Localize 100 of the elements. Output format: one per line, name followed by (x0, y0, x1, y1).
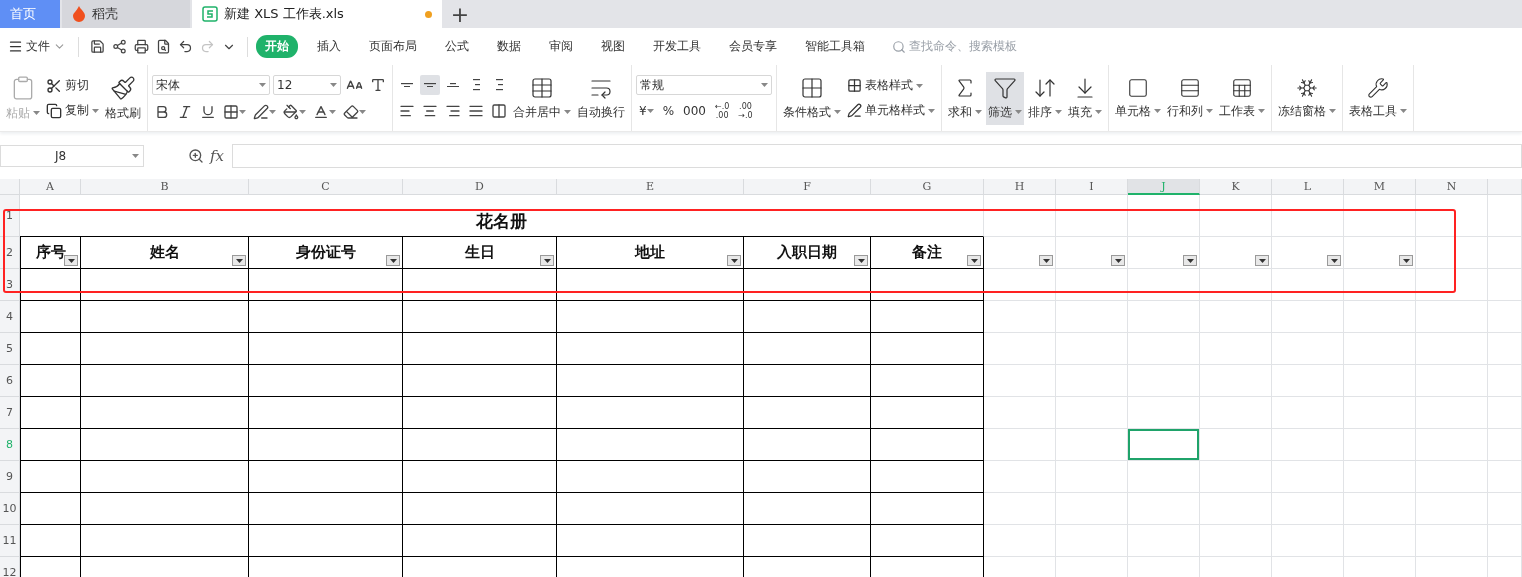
row-header[interactable]: 10 (0, 493, 20, 525)
sheet-cell[interactable] (557, 461, 744, 493)
sheet-cell[interactable] (20, 525, 81, 557)
row-header[interactable]: 1 (0, 195, 20, 237)
row-header[interactable]: 12 (0, 557, 20, 577)
sheet-cell[interactable] (871, 301, 984, 333)
sheet-cell[interactable] (249, 493, 403, 525)
column-header[interactable]: C (249, 179, 403, 195)
sheet-cell[interactable] (20, 397, 81, 429)
sheet-cell[interactable] (744, 269, 871, 301)
sheet-cell[interactable] (81, 525, 249, 557)
menu-tab[interactable]: 数据 (488, 35, 530, 58)
sheet-cell[interactable] (81, 461, 249, 493)
column-header[interactable]: F (744, 179, 871, 195)
sheet-cell[interactable] (403, 365, 557, 397)
row-header[interactable]: 6 (0, 365, 20, 397)
tool-button[interactable]: 筛选 (986, 71, 1024, 125)
filter-button[interactable] (1327, 255, 1341, 266)
sheet-cell[interactable] (403, 397, 557, 429)
name-box[interactable]: J8 (0, 145, 144, 167)
header-cell[interactable]: 入职日期 (744, 237, 871, 269)
sheet-cell[interactable] (744, 301, 871, 333)
column-header[interactable]: E (557, 179, 744, 195)
table-style-button[interactable]: 表格样式 (845, 76, 937, 95)
sheet-cell[interactable] (557, 269, 744, 301)
structure-button[interactable]: 单元格 (1113, 72, 1163, 124)
align-button[interactable] (420, 75, 440, 95)
sheet-cell[interactable] (81, 301, 249, 333)
sheet-cell[interactable] (81, 397, 249, 429)
row-header[interactable]: 2 (0, 237, 20, 269)
file-menu[interactable]: 文件 (4, 36, 70, 57)
filter-button[interactable] (64, 255, 78, 266)
header-cell[interactable]: 生日 (403, 237, 557, 269)
sheet-cell[interactable] (249, 269, 403, 301)
sheet-cell[interactable] (871, 397, 984, 429)
sheet-cell[interactable] (871, 429, 984, 461)
sheet-cell[interactable] (744, 461, 871, 493)
filter-button[interactable] (727, 255, 741, 266)
sheet-cell[interactable] (403, 429, 557, 461)
filter-button[interactable] (1111, 255, 1125, 266)
menu-tab[interactable]: 开发工具 (644, 35, 710, 58)
menu-tab[interactable]: 会员专享 (720, 35, 786, 58)
sheet-cell[interactable] (744, 429, 871, 461)
header-cell[interactable]: 备注 (871, 237, 984, 269)
number-format-field[interactable]: 常规 (636, 75, 772, 95)
menu-tab[interactable]: 页面布局 (360, 35, 426, 58)
column-header[interactable]: A (20, 179, 81, 195)
sheet-cell[interactable] (557, 333, 744, 365)
header-cell[interactable]: 地址 (557, 237, 744, 269)
tool-button[interactable]: 填充 (1066, 71, 1104, 125)
filter-button[interactable] (1183, 255, 1197, 266)
sheet-cell[interactable] (557, 525, 744, 557)
freeze-panes-button[interactable]: 冻结窗格 (1276, 72, 1338, 124)
sheet-cell[interactable] (20, 333, 81, 365)
number-format-button[interactable]: % (659, 103, 678, 119)
number-format-button[interactable]: 000 (680, 103, 709, 119)
sheet-cell[interactable] (744, 525, 871, 557)
menu-tab[interactable]: 公式 (436, 35, 478, 58)
filter-button[interactable] (967, 255, 981, 266)
sheet-cell[interactable] (20, 493, 81, 525)
table-tools-button[interactable]: 表格工具 (1347, 72, 1409, 124)
number-format-button[interactable]: .00 →.0 (735, 101, 756, 121)
column-header[interactable]: L (1272, 179, 1344, 195)
column-header[interactable]: K (1200, 179, 1272, 195)
sheet-cell[interactable] (557, 493, 744, 525)
structure-button[interactable]: 行和列 (1165, 72, 1215, 124)
sheet-cell[interactable] (403, 333, 557, 365)
sheet-cell[interactable] (20, 269, 81, 301)
document-tab[interactable]: 稻壳 (62, 0, 190, 28)
header-cell[interactable]: 身份证号 (249, 237, 403, 269)
row-header[interactable]: 7 (0, 397, 20, 429)
sheet-cell[interactable] (20, 301, 81, 333)
sheet-cell[interactable] (557, 429, 744, 461)
column-header[interactable]: B (81, 179, 249, 195)
sheet-cell[interactable] (249, 461, 403, 493)
sheet-cell[interactable] (557, 301, 744, 333)
font-size-field[interactable]: 12 (273, 75, 341, 95)
sheet-cell[interactable] (249, 525, 403, 557)
tool-button[interactable]: 求和 (946, 71, 984, 125)
number-format-button[interactable]: ¥ (636, 103, 657, 119)
sheet-cell[interactable] (557, 397, 744, 429)
sheet-cell[interactable] (20, 365, 81, 397)
filter-button[interactable] (1399, 255, 1413, 266)
header-cell[interactable]: 姓名 (81, 237, 249, 269)
wrap-text-button[interactable]: 自动换行 (575, 71, 627, 125)
menu-tab[interactable]: 视图 (592, 35, 634, 58)
row-header[interactable]: 4 (0, 301, 20, 333)
column-header[interactable]: H (984, 179, 1056, 195)
sheet-cell[interactable] (871, 269, 984, 301)
sheet-cell[interactable] (81, 333, 249, 365)
tool-button[interactable]: 排序 (1026, 71, 1064, 125)
column-header[interactable]: D (403, 179, 557, 195)
row-header[interactable]: 9 (0, 461, 20, 493)
sheet-cell[interactable] (403, 461, 557, 493)
row-header[interactable]: 5 (0, 333, 20, 365)
menu-tab[interactable]: 智能工具箱 (796, 35, 874, 58)
sheet-cell[interactable] (249, 365, 403, 397)
sheet-cell[interactable] (744, 397, 871, 429)
sheet-cell[interactable] (249, 429, 403, 461)
cell-style-button[interactable]: 单元格样式 (845, 101, 937, 120)
